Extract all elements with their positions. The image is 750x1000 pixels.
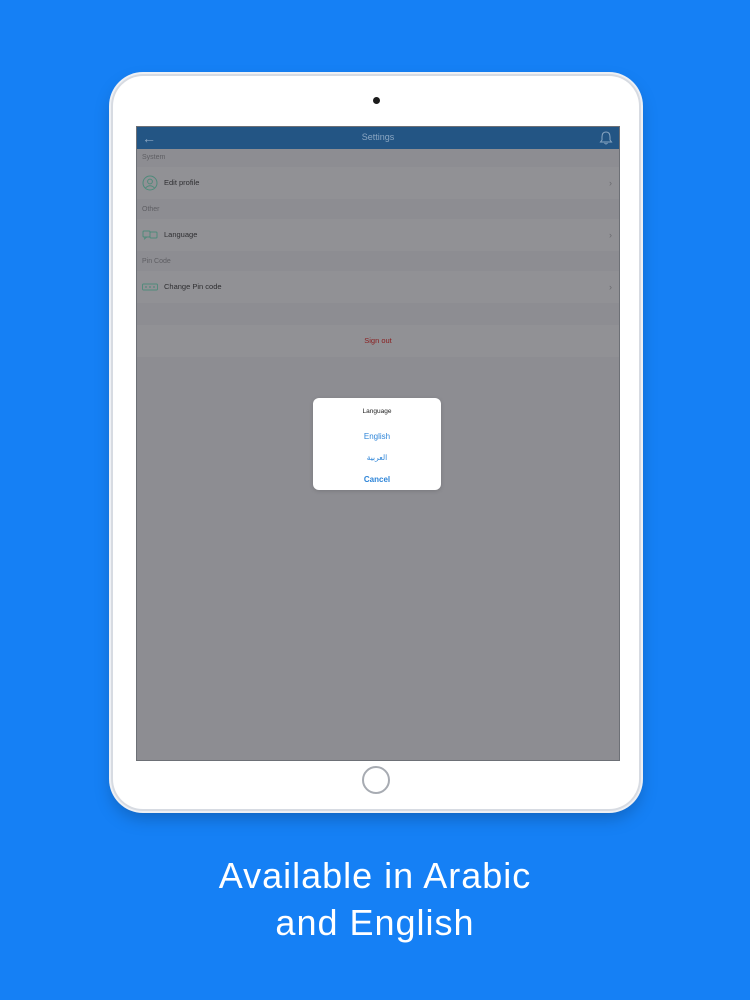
edit-profile-row[interactable]: Edit profile › [137,167,619,199]
cancel-button[interactable]: Cancel [313,475,441,484]
app-screen: ← Settings System Edit profile › Other L… [136,126,620,761]
change-pin-code-label: Change Pin code [164,282,222,291]
language-icon [142,230,158,241]
navigation-bar: ← Settings [137,127,619,149]
edit-profile-label: Edit profile [164,178,200,187]
change-pin-code-row[interactable]: Change Pin code › [137,271,619,303]
chevron-right-icon: › [609,230,612,240]
tablet-frame: ← Settings System Edit profile › Other L… [113,76,639,809]
sign-out-button[interactable]: Sign out [137,325,619,357]
pin-code-icon [142,283,158,291]
section-header-system: System [142,154,166,161]
caption-line-2: and English [275,902,475,943]
language-label: Language [164,230,198,239]
sign-out-label: Sign out [364,336,392,345]
bell-icon[interactable] [599,130,613,146]
arabic-option-button[interactable]: العربية [313,453,441,462]
language-dialog: Language English العربية Cancel [313,398,441,490]
english-option-button[interactable]: English [313,432,441,441]
user-circle-icon [142,175,158,191]
home-button [362,766,390,794]
section-header-other: Other [142,206,160,213]
chevron-right-icon: › [609,178,612,188]
page-title: Settings [361,132,395,142]
language-row[interactable]: Language › [137,219,619,251]
chevron-right-icon: › [609,282,612,292]
caption-line-1: Available in Arabic [218,855,532,896]
dialog-title: Language [362,408,392,415]
section-header-pin-code: Pin Code [142,258,171,265]
camera-icon [373,97,380,104]
